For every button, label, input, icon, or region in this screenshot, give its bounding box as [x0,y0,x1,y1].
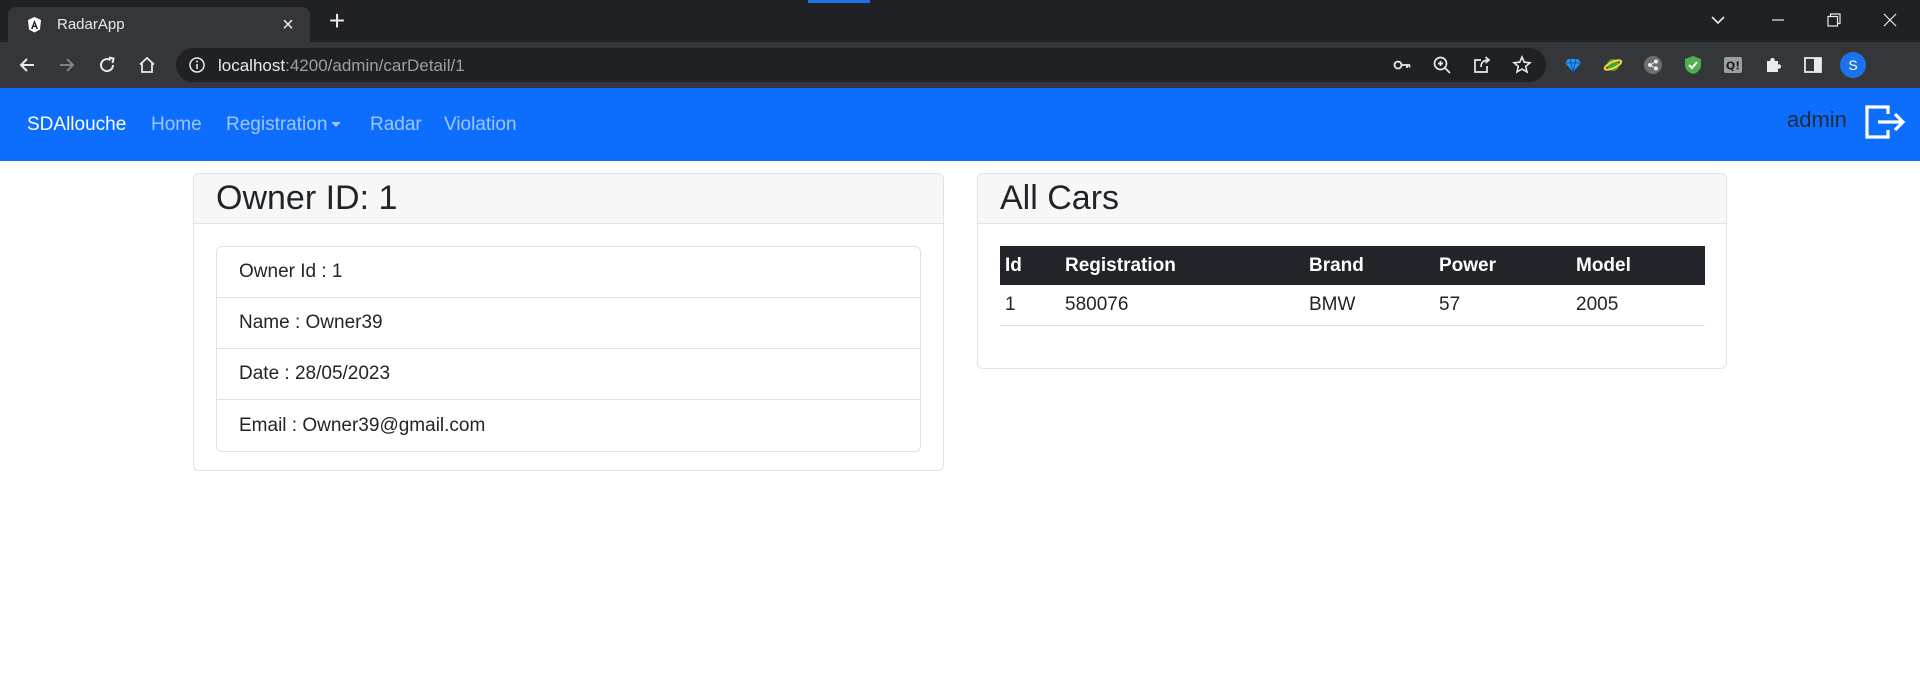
all-cars-card-title: All Cars [1000,179,1120,217]
bookmark-star-icon[interactable] [1512,55,1532,75]
side-panel-icon[interactable] [1801,53,1825,77]
share-icon[interactable] [1472,55,1492,75]
owner-email-item: Email : Owner39@gmail.com [239,414,486,436]
column-header-id: Id [1005,254,1022,276]
svg-text:Q!: Q! [1726,60,1740,73]
new-tab-plus-icon[interactable]: + [325,7,349,35]
reload-icon[interactable] [91,49,123,81]
cars-table-header-row: Id Registration Brand Power Model [1000,246,1705,285]
owner-date-item: Date : 28/05/2023 [217,349,920,400]
current-user-name: admin [1787,107,1847,132]
network-extension-icon[interactable] [1641,53,1665,77]
cars-table: Id Registration Brand Power Model 1 5800… [1000,246,1705,326]
tab-drag-indicator [808,0,870,3]
back-arrow-icon[interactable] [11,49,43,81]
nav-home[interactable]: Home [151,114,202,136]
browser-tab[interactable]: RadarApp × [8,7,310,42]
logout-icon[interactable] [1864,103,1906,141]
url-host: localhost [218,56,286,75]
owner-id-item: Owner Id : 1 [217,247,920,298]
cell-registration: 580076 [1060,285,1304,326]
owner-name-item: Name : Owner39 [217,298,920,349]
url-text: localhost:4200/admin/carDetail/1 [218,56,465,76]
owner-card: Owner ID: 1 Owner Id : 1 Name : Owner39 … [193,173,944,471]
tab-search-chevron-icon[interactable] [1696,6,1740,34]
key-icon[interactable] [1392,55,1412,75]
nav-violation[interactable]: Violation [444,114,517,136]
close-window-icon[interactable] [1868,6,1912,34]
table-row: 1 580076 BMW 57 2005 [1000,285,1705,326]
site-info-icon[interactable] [188,56,206,74]
qr-extension-icon[interactable]: Q! [1721,53,1745,77]
restore-icon[interactable] [1812,6,1856,34]
browser-tabstrip: RadarApp × + [0,0,1920,42]
owner-card-header: Owner ID: 1 [194,174,943,224]
column-header-registration: Registration [1065,254,1176,276]
globe-extension-icon[interactable] [1601,53,1625,77]
browser-toolbar: localhost:4200/admin/carDetail/1 Q! [0,42,1920,88]
address-bar[interactable]: localhost:4200/admin/carDetail/1 [176,48,1546,82]
cell-id: 1 [1000,285,1060,326]
zoom-icon[interactable] [1432,55,1452,75]
home-icon[interactable] [131,49,163,81]
nav-registration-dropdown[interactable]: Registration [226,114,342,136]
column-header-power: Power [1439,254,1497,276]
forward-arrow-icon[interactable] [51,49,83,81]
tab-close-icon[interactable]: × [278,15,298,35]
all-cars-card-header: All Cars [978,174,1726,224]
app-navbar: SDAllouche Home Registration Radar Viola… [0,88,1920,161]
caret-down-icon [331,122,342,128]
cell-brand: BMW [1304,285,1434,326]
extensions-puzzle-icon[interactable] [1761,53,1785,77]
column-header-model: Model [1576,254,1631,276]
gem-extension-icon[interactable] [1561,53,1585,77]
all-cars-card: All Cars Id Registration Brand Power Mod… [977,173,1727,369]
shield-check-extension-icon[interactable] [1681,53,1705,77]
tab-title: RadarApp [57,16,125,33]
owner-details-list: Owner Id : 1 Name : Owner39 Date : 28/05… [216,246,921,452]
column-header-brand: Brand [1309,254,1364,276]
nav-registration-label: Registration [226,114,328,135]
cell-power: 57 [1434,285,1571,326]
minimize-icon[interactable] [1756,6,1800,34]
navbar-brand[interactable]: SDAllouche [27,114,126,136]
profile-avatar[interactable]: S [1840,52,1866,78]
url-path: :4200/admin/carDetail/1 [285,56,465,75]
angular-logo-icon [26,16,43,33]
cell-model: 2005 [1571,285,1705,326]
nav-radar[interactable]: Radar [370,114,422,136]
owner-card-title: Owner ID: 1 [216,179,398,217]
